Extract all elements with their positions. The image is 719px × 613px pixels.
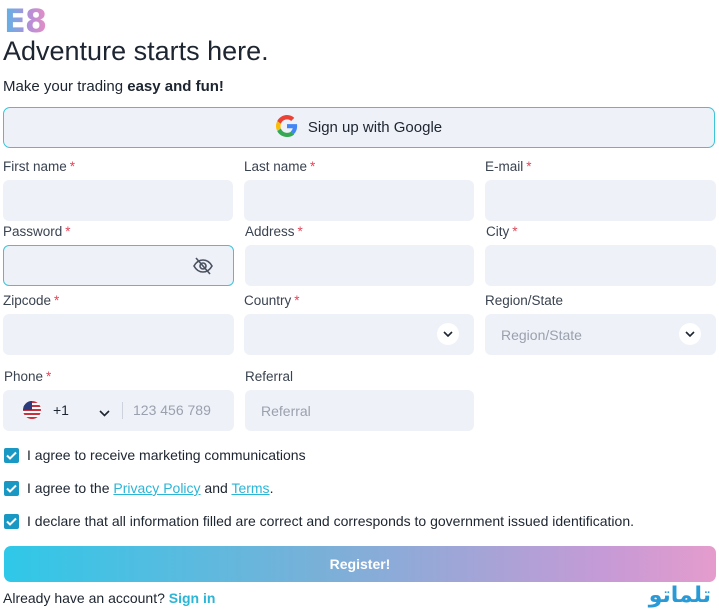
signin-prompt: Already have an account? Sign in (3, 590, 216, 606)
checkbox-checked[interactable] (4, 513, 19, 529)
region-label: Region/State (485, 293, 564, 308)
declaration-consent[interactable]: I declare that all information filled ar… (4, 513, 634, 529)
page-title: Adventure starts here. (3, 36, 269, 66)
email-input[interactable] (485, 180, 716, 221)
watermark-logo: تلماتو (648, 583, 711, 608)
referral-label: Referral (245, 369, 294, 384)
chevron-down-icon (679, 323, 701, 345)
google-signup-button[interactable]: Sign up with Google (3, 107, 715, 148)
terms-link[interactable]: Terms (231, 480, 269, 496)
address-label: Address * (245, 224, 303, 239)
phone-placeholder: 123 456 789 (133, 402, 211, 418)
phone-divider (122, 402, 123, 419)
first-name-label: First name * (3, 159, 76, 174)
register-button[interactable]: Register! (4, 546, 716, 582)
city-label: City * (486, 224, 518, 239)
chevron-down-icon[interactable] (99, 404, 110, 420)
privacy-policy-link[interactable]: Privacy Policy (113, 480, 200, 496)
password-label: Password * (3, 224, 71, 239)
email-label: E-mail * (485, 159, 532, 174)
country-label: Country * (244, 293, 300, 308)
chevron-down-icon (437, 323, 459, 345)
country-select[interactable] (244, 314, 474, 355)
referral-input[interactable]: Referral (245, 390, 474, 431)
zipcode-input[interactable] (3, 314, 234, 355)
terms-consent[interactable]: I agree to the Privacy Policy and Terms. (4, 480, 273, 496)
first-name-input[interactable] (3, 180, 233, 221)
last-name-label: Last name * (244, 159, 316, 174)
marketing-consent[interactable]: I agree to receive marketing communicati… (4, 447, 306, 463)
phone-input[interactable]: +1 123 456 789 (3, 390, 234, 431)
phone-label: Phone * (4, 369, 52, 384)
zipcode-label: Zipcode * (3, 293, 60, 308)
brand-logo: E8 (4, 2, 47, 40)
page-subtitle: Make your trading easy and fun! (3, 78, 224, 95)
checkbox-checked[interactable] (4, 480, 19, 496)
country-code[interactable]: +1 (53, 402, 69, 418)
us-flag-icon (23, 401, 41, 419)
google-icon (275, 114, 298, 141)
password-input[interactable] (3, 245, 234, 286)
checkbox-checked[interactable] (4, 447, 19, 463)
region-select[interactable]: Region/State (485, 314, 716, 355)
city-input[interactable] (485, 245, 716, 286)
google-signup-label: Sign up with Google (307, 119, 443, 136)
eye-slash-icon[interactable] (193, 257, 213, 275)
address-input[interactable] (245, 245, 474, 286)
last-name-input[interactable] (244, 180, 474, 221)
signin-link[interactable]: Sign in (169, 590, 216, 606)
